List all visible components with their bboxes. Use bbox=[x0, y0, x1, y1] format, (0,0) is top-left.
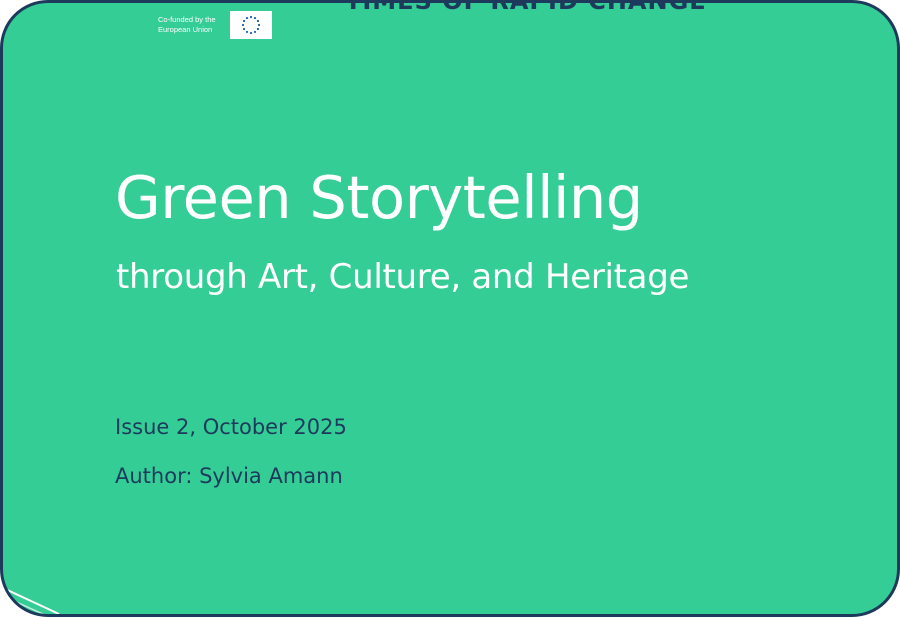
eu-stars-icon bbox=[241, 15, 261, 35]
eu-badge-line-1: Co-funded by the bbox=[158, 15, 216, 24]
eu-star bbox=[253, 16, 257, 20]
eu-star bbox=[245, 16, 249, 20]
page-title: Green Storytelling bbox=[115, 163, 643, 232]
cropped-header-text: TIMES OF RAPID CHANGE bbox=[345, 0, 707, 15]
eu-flag-icon bbox=[230, 11, 272, 39]
eu-star bbox=[242, 19, 246, 23]
eu-badge-line-2: European Union bbox=[158, 25, 213, 34]
eu-star bbox=[241, 23, 245, 27]
eu-star bbox=[242, 27, 246, 31]
eu-badge-text: Co-funded by the European Union bbox=[158, 11, 228, 35]
issue-date: Issue 2, October 2025 bbox=[115, 415, 347, 439]
eu-star bbox=[245, 30, 249, 34]
decorative-corner-stripes bbox=[3, 587, 60, 614]
page-subtitle: through Art, Culture, and Heritage bbox=[116, 257, 690, 297]
eu-star bbox=[249, 15, 253, 19]
eu-star bbox=[256, 27, 260, 31]
author-line: Author: Sylvia Amann bbox=[115, 464, 343, 488]
eu-star bbox=[253, 30, 257, 34]
eu-star bbox=[249, 31, 253, 35]
eu-star bbox=[256, 19, 260, 23]
eu-star bbox=[257, 23, 261, 27]
eu-cofunded-badge: Co-funded by the European Union bbox=[158, 11, 272, 39]
cover-page: TIMES OF RAPID CHANGE Co-funded by the E… bbox=[0, 0, 900, 617]
